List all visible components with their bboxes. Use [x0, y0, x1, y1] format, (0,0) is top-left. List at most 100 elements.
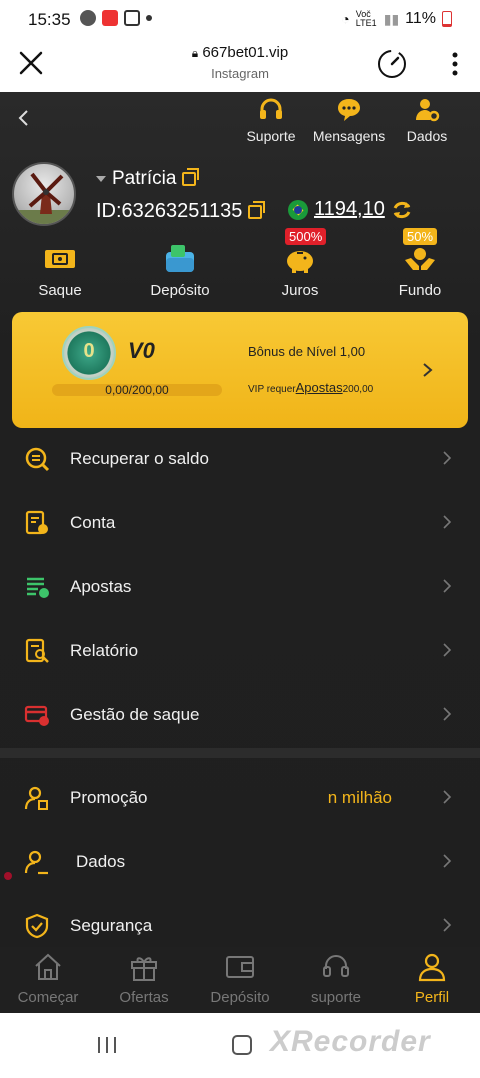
messages-label: Mensagens: [312, 128, 386, 144]
status-right: ◔ Voč LTE1 ▮▮ 11%: [341, 10, 452, 28]
chevron-right-icon: [443, 643, 452, 657]
wifi-icon: ◔: [341, 11, 350, 27]
vip-level: V0: [128, 338, 155, 363]
menu-label: Apostas: [70, 577, 132, 596]
chevron-right-icon: [443, 790, 452, 804]
interest-badge: 500%: [285, 228, 327, 245]
deposit-button[interactable]: Depósito: [135, 242, 225, 299]
menu-item-data[interactable]: Dados: [0, 831, 480, 893]
chevron-right-icon: [423, 363, 433, 377]
menu-item-account[interactable]: Conta: [0, 492, 480, 554]
header-actions: Suporte Mensagens Dados: [238, 96, 460, 144]
home-icon: [35, 953, 61, 980]
withdraw-button[interactable]: Saque: [15, 242, 105, 299]
chevron-right-icon: [443, 707, 452, 721]
home-button-icon[interactable]: [232, 1035, 252, 1055]
data-button[interactable]: Dados: [394, 96, 460, 144]
chevron-right-icon: [443, 854, 452, 868]
recent-apps-icon[interactable]: [96, 1035, 118, 1055]
profile-page: Suporte Mensagens Dados Patrícia ID:6326…: [0, 92, 480, 947]
back-arrow-icon[interactable]: [14, 108, 34, 128]
menu-label: Gestão de saque: [70, 705, 200, 724]
menu-item-report[interactable]: Relatório: [0, 620, 480, 682]
nav-label: Começar: [17, 989, 79, 1006]
ticket-icon: [45, 250, 75, 268]
lock-icon: 🔒︎: [191, 46, 199, 60]
speed-icon[interactable]: [376, 48, 408, 80]
windmill-avatar-icon: [14, 172, 74, 224]
chat-icon: [338, 99, 360, 121]
menu-label: Promoção: [70, 788, 148, 807]
nav-profile[interactable]: Perfil: [384, 951, 480, 1006]
vip-card[interactable]: 0 V0 0,00/200,00 Bônus de Nível 1,00 VIP…: [12, 312, 468, 428]
refresh-icon[interactable]: [391, 199, 413, 221]
vip-medal-icon: 0: [62, 326, 116, 380]
username-row: Patrícia: [96, 168, 200, 190]
headset-icon: [323, 955, 349, 977]
recorder-watermark: XRecorder: [270, 1025, 431, 1058]
fund-button[interactable]: 50% Fundo: [375, 228, 465, 299]
menu-item-recover-balance[interactable]: Recuperar o saldo: [0, 428, 480, 490]
nav-label: suporte: [310, 989, 362, 1006]
fund-label: Fundo: [398, 282, 442, 299]
nav-label: Depósito: [210, 989, 270, 1006]
caret-down-icon[interactable]: [96, 176, 106, 182]
wallet-icon: [226, 956, 254, 978]
withdraw-card-icon: [24, 705, 49, 726]
vip-req-value: 200,00: [342, 384, 374, 395]
url-subtitle: Instagram: [211, 66, 269, 81]
vip-req-prefix: VIP requer: [248, 384, 296, 395]
nav-deposit[interactable]: Depósito: [192, 951, 288, 1006]
user-edit-icon: [24, 850, 48, 875]
person-icon: [418, 953, 446, 982]
user-id: ID:63263251135: [96, 200, 243, 222]
chevron-right-icon: [443, 515, 452, 529]
balance-row: 1194,10: [288, 198, 413, 221]
messages-button[interactable]: Mensagens: [312, 96, 386, 144]
battery-label: 11%: [405, 10, 436, 27]
chevron-right-icon: [443, 451, 452, 465]
headset-icon: [260, 98, 282, 119]
copy-id-icon[interactable]: [248, 200, 266, 219]
network-label: Voč LTE1: [355, 9, 377, 28]
vip-bonus-text: Bônus de Nível 1,00: [248, 344, 366, 359]
avatar[interactable]: [12, 162, 76, 226]
brazil-flag-icon: [288, 199, 308, 220]
vip-progress-text: 0,00/200,00: [105, 383, 169, 397]
dot-icon: [146, 15, 152, 21]
signal-icon: ▮▮: [383, 10, 400, 27]
nav-label: Perfil: [414, 989, 450, 1006]
notification-icons: [80, 10, 152, 26]
instagram-icon: [124, 10, 140, 26]
more-menu-icon[interactable]: [452, 52, 458, 76]
menu-item-withdraw-management[interactable]: Gestão de saque: [0, 684, 480, 746]
nav-offers[interactable]: Ofertas: [96, 951, 192, 1006]
vip-req-link[interactable]: Apostas: [296, 380, 343, 395]
system-nav: XRecorder: [0, 1013, 480, 1078]
url-row[interactable]: 🔒︎ 667bet01.vip: [0, 44, 480, 61]
copy-username-icon[interactable]: [182, 168, 200, 186]
status-bar: 15:35 ◔ Voč LTE1 ▮▮ 11%: [0, 0, 480, 38]
menu-label: Segurança: [70, 916, 153, 935]
medal-value: 0: [83, 340, 95, 362]
battery-icon: [442, 11, 452, 27]
shield-check-icon: [25, 913, 49, 939]
balance-value[interactable]: 1194,10: [314, 198, 385, 221]
menu-label: Conta: [70, 513, 116, 532]
data-label: Dados: [406, 128, 448, 144]
wallet-icon: [166, 245, 194, 272]
coin-search-icon: [25, 447, 50, 472]
menu-item-promotion[interactable]: Promoção n milhão: [0, 767, 480, 829]
interest-button[interactable]: 500% Juros: [255, 228, 345, 299]
record-indicator-icon: [4, 872, 12, 880]
menu-item-bets[interactable]: Apostas: [0, 556, 480, 618]
account-doc-icon: [25, 510, 48, 535]
nav-support[interactable]: suporte: [288, 951, 384, 1006]
support-button[interactable]: Suporte: [238, 96, 304, 144]
vip-requirement: VIP requerApostas200,00: [248, 380, 373, 395]
chevron-right-icon: [443, 579, 452, 593]
deposit-label: Depósito: [150, 282, 210, 299]
piggy-bank-icon: [287, 251, 313, 273]
nav-home[interactable]: Começar: [0, 951, 96, 1006]
interest-label: Juros: [281, 282, 319, 299]
